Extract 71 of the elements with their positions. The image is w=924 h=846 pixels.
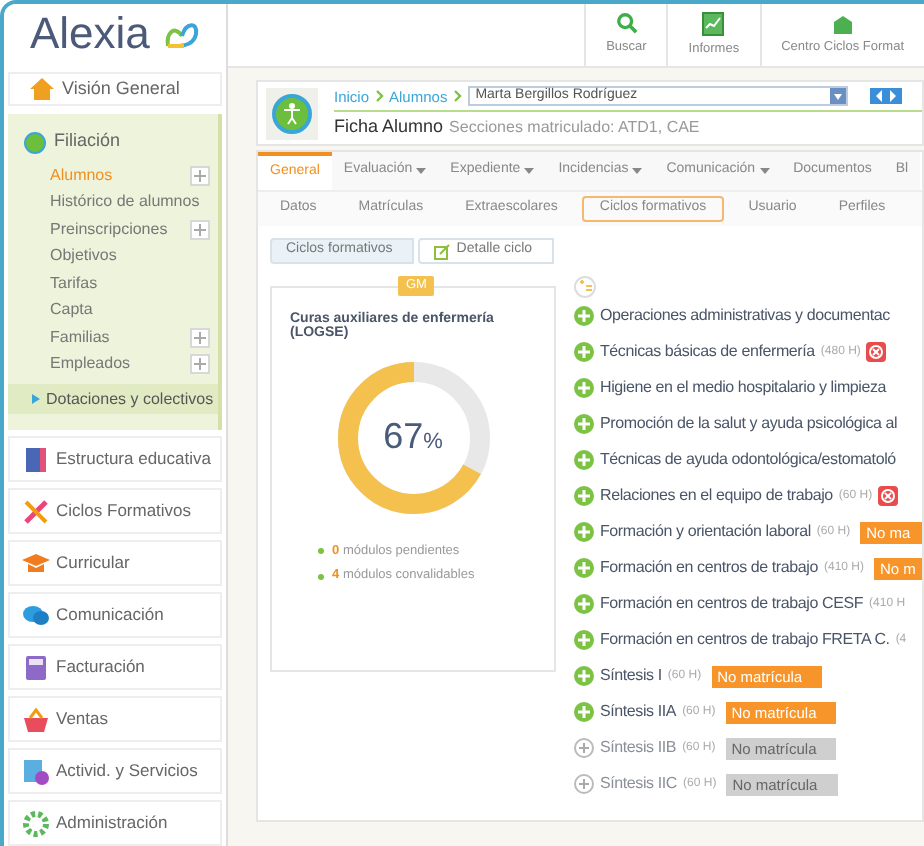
module-name: Formación y orientación laboral bbox=[600, 520, 811, 544]
book-icon bbox=[22, 445, 50, 473]
sidebar-item[interactable]: Facturación bbox=[8, 644, 222, 690]
sidebar-item[interactable]: Visión General bbox=[8, 71, 222, 106]
sidebar-item[interactable]: Ventas bbox=[8, 696, 222, 742]
module-name: Formación en centros de trabajo CESF bbox=[600, 592, 864, 616]
sidebar-item[interactable]: Administración bbox=[8, 800, 222, 846]
plus-icon bbox=[194, 223, 206, 236]
calculator-icon bbox=[22, 653, 50, 681]
dropdown-icon bbox=[829, 88, 846, 105]
sidebar-item[interactable]: Ciclos Formativos bbox=[8, 488, 222, 534]
sidebar-subitem[interactable]: Preinscripciones bbox=[50, 217, 168, 242]
sidebar-item[interactable]: Activid. y Servicios bbox=[8, 748, 222, 794]
basket-icon bbox=[22, 705, 50, 733]
add-circle-icon[interactable] bbox=[574, 738, 594, 758]
logo-text: Alexia bbox=[30, 11, 150, 56]
module-name: Formación en centros de trabajo FRETA C. bbox=[600, 628, 890, 652]
module-name: Síntesis I bbox=[600, 664, 662, 688]
caret-down-icon bbox=[759, 168, 770, 174]
add-button[interactable] bbox=[190, 354, 210, 375]
module-name: Síntesis IIB bbox=[600, 736, 677, 760]
gear-icon bbox=[22, 809, 50, 837]
module-name: Relaciones en el equipo de trabajo bbox=[600, 484, 833, 508]
module-name: Operaciones administrativas y documentac bbox=[600, 304, 890, 328]
sidebar-subitem[interactable]: Dotaciones y colectivos bbox=[8, 384, 218, 414]
sidebar-subitem[interactable]: Alumnos bbox=[50, 163, 113, 188]
caret-down-icon bbox=[632, 168, 643, 174]
edit-icon bbox=[434, 243, 451, 259]
expand-tree-icon[interactable] bbox=[574, 276, 596, 298]
add-button[interactable] bbox=[190, 219, 210, 240]
chat-icon bbox=[22, 601, 50, 629]
search-icon bbox=[615, 12, 638, 35]
plus-icon bbox=[194, 331, 206, 344]
bullet-icon bbox=[318, 573, 324, 580]
sidebar-subitem[interactable]: Objetivos bbox=[50, 244, 117, 269]
module-name: Síntesis IIA bbox=[600, 700, 677, 724]
module-name: Síntesis IIC bbox=[600, 772, 678, 796]
building-icon bbox=[831, 13, 854, 34]
caret-down-icon bbox=[416, 168, 427, 174]
sidebar-item[interactable]: Comunicación bbox=[8, 592, 222, 638]
prev-next-icon[interactable] bbox=[869, 88, 902, 105]
sections-text: Secciones matriculado: ATD1, CAE bbox=[449, 115, 700, 140]
chart-document-icon bbox=[702, 11, 725, 36]
sidebar-subitem[interactable]: Histórico de alumnos bbox=[50, 190, 200, 215]
sidebar-section-header[interactable]: Filiación bbox=[8, 122, 218, 162]
chevron-icon bbox=[453, 90, 462, 103]
module-name: Técnicas básicas de enfermería bbox=[600, 340, 815, 364]
add-button[interactable] bbox=[190, 165, 210, 186]
module-name: Formación en centros de trabajo bbox=[600, 556, 818, 580]
sidebar-subitem[interactable]: Familias bbox=[50, 325, 110, 350]
page-title: Ficha Alumno bbox=[334, 113, 444, 140]
add-circle-icon[interactable] bbox=[574, 774, 594, 794]
plus-icon bbox=[194, 169, 206, 182]
percent-value: 67% bbox=[383, 414, 443, 461]
tools-icon bbox=[22, 497, 50, 525]
add-button[interactable] bbox=[190, 327, 210, 348]
module-name: Higiene en el medio hospitalario y limpieza bbox=[600, 376, 887, 400]
caret-icon bbox=[32, 394, 40, 404]
module-name: Promoción de la salut y ayuda psicológica al bbox=[600, 412, 898, 436]
bullet-icon bbox=[318, 548, 324, 555]
home-icon bbox=[30, 77, 54, 100]
sidebar-subitem[interactable]: Capta bbox=[50, 298, 93, 323]
module-name: Técnicas de ayuda odontológica/estomatoló bbox=[600, 448, 896, 472]
sidebar-subitem[interactable]: Empleados bbox=[50, 352, 131, 377]
plus-icon bbox=[194, 358, 206, 371]
chevron-icon bbox=[375, 90, 384, 103]
sidebar-item[interactable]: Estructura educativa bbox=[8, 436, 222, 482]
graduation-cap-icon bbox=[22, 549, 50, 577]
caret-down-icon bbox=[524, 168, 535, 174]
sidebar-item[interactable]: Curricular bbox=[8, 540, 222, 586]
sidebar-subitem[interactable]: Tarifas bbox=[50, 271, 98, 296]
